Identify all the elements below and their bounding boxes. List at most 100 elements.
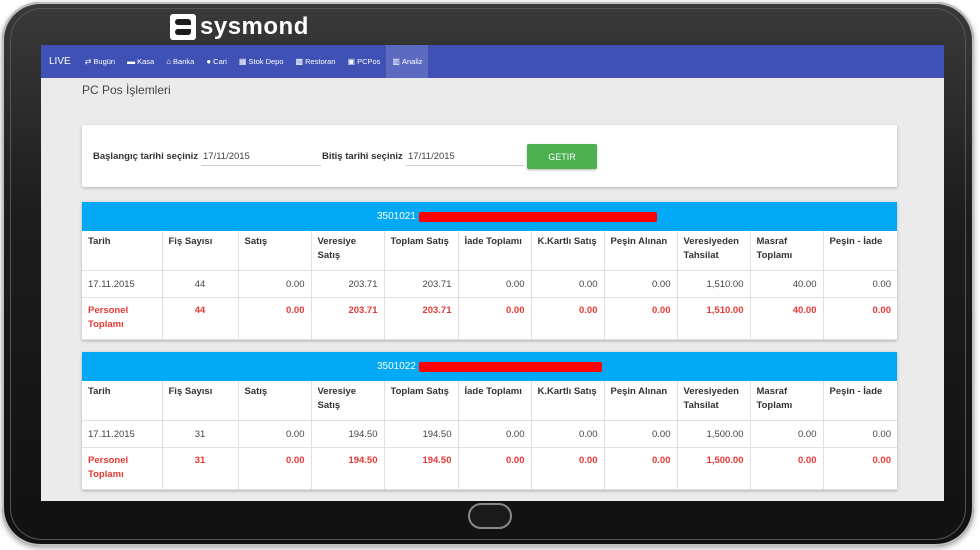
pos-table: Tarih Fiş Sayısı Satış Veresiye Satış Toplam… bbox=[82, 381, 897, 490]
nav-item-pcpos[interactable]: ▣ PCPos bbox=[342, 45, 387, 78]
total-cell: 0.00 bbox=[458, 297, 532, 340]
exchange-icon: ⇄ bbox=[84, 57, 92, 66]
home-button[interactable] bbox=[468, 503, 512, 529]
total-cell: Personel Toplamı bbox=[82, 447, 163, 490]
column-header: Peşin Alınan bbox=[604, 231, 678, 271]
column-header: Peşin - İade bbox=[823, 381, 897, 421]
column-header: K.Kartlı Satış bbox=[531, 231, 605, 271]
start-date-input[interactable] bbox=[201, 147, 321, 166]
table-row: 17.11.2015 31 0.00 194.50 194.50 0.00 0.00 0.00… bbox=[82, 420, 897, 448]
table-cell: 0.00 bbox=[823, 420, 897, 448]
pos-card: 3501022 Tarih Fiş Sayısı Satış Veresiye Satı… bbox=[82, 352, 897, 490]
start-date-label: Başlangıç tarihi seçiniz bbox=[93, 151, 199, 162]
table-cell: 31 bbox=[162, 420, 239, 448]
total-cell: 203.71 bbox=[311, 297, 385, 340]
column-header: Veresiyeden Tahsilat bbox=[677, 381, 751, 421]
total-cell: 1,510.00 bbox=[677, 297, 751, 340]
table-cell: 44 bbox=[162, 270, 239, 298]
nav-item-banka[interactable]: ⌂ Banka bbox=[160, 45, 200, 78]
terminal-code: 3501021 bbox=[377, 211, 416, 222]
total-cell: 0.00 bbox=[531, 447, 605, 490]
getir-button[interactable]: GETIR bbox=[527, 144, 597, 169]
nav-item-label: Restoran bbox=[305, 57, 336, 66]
end-date-label: Bitiş tarihi seçiniz bbox=[322, 151, 403, 162]
end-date-input[interactable] bbox=[406, 147, 524, 166]
column-header: Veresiyeden Tahsilat bbox=[677, 231, 751, 271]
table-cell: 40.00 bbox=[750, 270, 824, 298]
total-cell: 194.50 bbox=[311, 447, 385, 490]
table-cell: 0.00 bbox=[531, 420, 605, 448]
total-cell: 0.00 bbox=[238, 447, 312, 490]
nav-item-label: Analiz bbox=[401, 57, 423, 66]
user-icon: ● bbox=[206, 57, 212, 66]
column-header: Satış bbox=[238, 381, 312, 421]
card-header: 3501022 bbox=[82, 352, 897, 381]
table-header-row: Tarih Fiş Sayısı Satış Veresiye Satış Toplam… bbox=[82, 231, 897, 271]
total-cell: 0.00 bbox=[750, 447, 824, 490]
nav-item-label: Bugün bbox=[93, 57, 116, 66]
table-cell: 0.00 bbox=[604, 270, 678, 298]
column-header: Veresiye Satış bbox=[311, 381, 385, 421]
total-cell: 0.00 bbox=[238, 297, 312, 340]
nav-item-analiz[interactable]: ▥ Analiz bbox=[386, 45, 429, 78]
column-header: Toplam Satış bbox=[384, 381, 459, 421]
column-header: Toplam Satış bbox=[384, 231, 459, 271]
total-cell: 194.50 bbox=[384, 447, 459, 490]
table-cell: 0.00 bbox=[750, 420, 824, 448]
total-cell: 40.00 bbox=[750, 297, 824, 340]
restaurant-icon: ▩ bbox=[295, 57, 304, 66]
total-row: Personel Toplamı 31 0.00 194.50 194.50 0.00 0.… bbox=[82, 447, 897, 490]
nav-item-label: Cari bbox=[213, 57, 227, 66]
nav-item-restoran[interactable]: ▩ Restoran bbox=[290, 45, 342, 78]
total-cell: 0.00 bbox=[531, 297, 605, 340]
total-cell: 31 bbox=[162, 447, 239, 490]
total-cell: 0.00 bbox=[604, 297, 678, 340]
table-cell: 0.00 bbox=[238, 270, 312, 298]
table-cell: 203.71 bbox=[311, 270, 385, 298]
nav-item-label: Kasa bbox=[137, 57, 155, 66]
total-cell: 44 bbox=[162, 297, 239, 340]
table-cell: 0.00 bbox=[823, 270, 897, 298]
card-header: 3501021 bbox=[82, 202, 897, 231]
column-header: Satış bbox=[238, 231, 312, 271]
analysis-icon: ▥ bbox=[392, 57, 400, 66]
table-cell: 17.11.2015 bbox=[82, 420, 163, 448]
table-cell: 0.00 bbox=[531, 270, 605, 298]
total-cell: 1,500.00 bbox=[677, 447, 751, 490]
column-header: Tarih bbox=[82, 231, 163, 271]
redaction-mark bbox=[419, 362, 602, 372]
column-header: İade Toplamı bbox=[458, 381, 532, 421]
total-cell: 0.00 bbox=[823, 297, 897, 340]
sysmond-logo: sysmond bbox=[170, 13, 309, 41]
nav-item-label: Stok Depo bbox=[248, 57, 284, 66]
sysmond-logo-icon bbox=[170, 14, 196, 40]
total-cell: 203.71 bbox=[384, 297, 459, 340]
nav-item-stok-depo[interactable]: ▦ Stok Depo bbox=[233, 45, 290, 78]
table-cell: 203.71 bbox=[384, 270, 459, 298]
nav-item-label: PCPos bbox=[357, 57, 381, 66]
page-title: PC Pos İşlemleri bbox=[82, 83, 171, 97]
pos-table: Tarih Fiş Sayısı Satış Veresiye Satış Toplam… bbox=[82, 231, 897, 340]
top-navbar: LIVE ⇄ Bugün ▬ Kasa ⌂ Banka ● Cari ▦ Stok Depo ▩ Re… bbox=[41, 45, 944, 78]
column-header: Masraf Toplamı bbox=[750, 231, 824, 271]
table-header-row: Tarih Fiş Sayısı Satış Veresiye Satış Toplam… bbox=[82, 381, 897, 421]
pos-card: 3501021 Tarih Fiş Sayısı Satış Veresiye Satı… bbox=[82, 202, 897, 340]
table-cell: 17.11.2015 bbox=[82, 270, 163, 298]
table-cell: 1,500.00 bbox=[677, 420, 751, 448]
table-cell: 194.50 bbox=[311, 420, 385, 448]
table-cell: 0.00 bbox=[238, 420, 312, 448]
stock-icon: ▦ bbox=[238, 57, 247, 66]
column-header: Fiş Sayısı bbox=[162, 381, 239, 421]
table-cell: 194.50 bbox=[384, 420, 459, 448]
redaction-mark bbox=[419, 212, 657, 222]
nav-item-kasa[interactable]: ▬ Kasa bbox=[121, 45, 160, 78]
nav-item-cari[interactable]: ● Cari bbox=[200, 45, 233, 78]
column-header: Veresiye Satış bbox=[311, 231, 385, 271]
column-header: Fiş Sayısı bbox=[162, 231, 239, 271]
column-header: Peşin - İade bbox=[823, 231, 897, 271]
date-filter-panel: Başlangıç tarihi seçiniz Bitiş tarihi se… bbox=[82, 125, 897, 187]
total-cell: 0.00 bbox=[458, 447, 532, 490]
nav-item-bugun[interactable]: ⇄ Bugün bbox=[79, 45, 121, 78]
nav-live[interactable]: LIVE bbox=[41, 45, 79, 78]
column-header: Peşin Alınan bbox=[604, 381, 678, 421]
